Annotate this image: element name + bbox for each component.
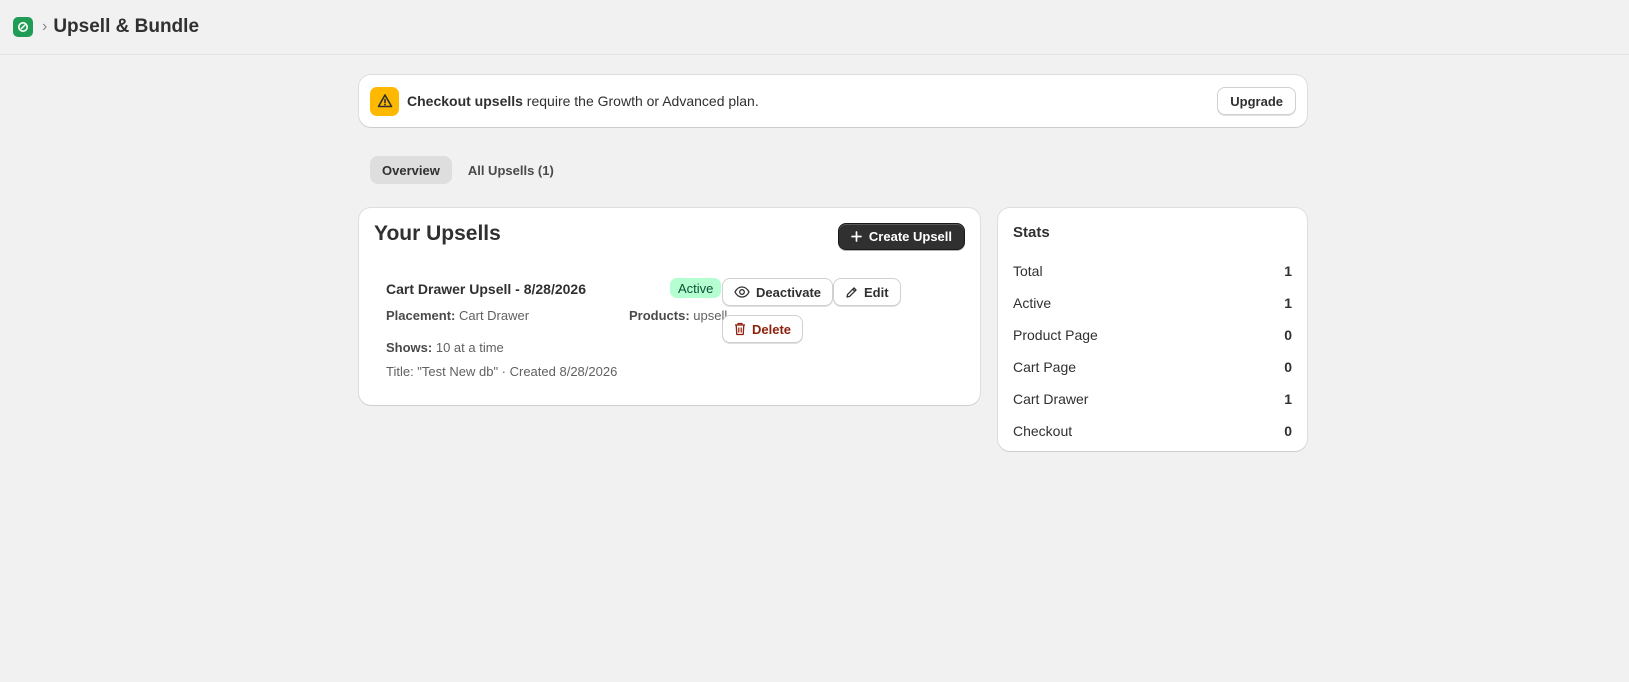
shows-label: Shows: xyxy=(386,340,433,355)
delete-button[interactable]: Delete xyxy=(722,315,804,343)
status-badge: Active xyxy=(670,278,722,298)
stat-label: Active xyxy=(1013,295,1052,311)
stat-value: 0 xyxy=(1284,359,1292,375)
upsell-subline: Title: "Test New db" · Created 8/28/2026 xyxy=(386,364,618,379)
placement-info: Placement: Cart Drawer xyxy=(386,308,529,323)
shows-value: 10 at a time xyxy=(435,340,504,355)
products-info: Products: upsell xyxy=(629,308,727,323)
stat-row-cart-page: Cart Page 0 xyxy=(1013,351,1292,383)
deactivate-label: Deactivate xyxy=(756,284,822,300)
stat-label: Checkout xyxy=(1013,423,1073,439)
stat-row-cart-drawer: Cart Drawer 1 xyxy=(1013,383,1292,415)
edit-label: Edit xyxy=(864,284,889,300)
plus-icon xyxy=(851,231,862,242)
stat-value: 1 xyxy=(1284,263,1292,279)
banner-text: require the Growth or Advanced plan. xyxy=(522,93,759,109)
top-bar: › Upsell & Bundle xyxy=(0,0,1629,55)
your-upsells-card: Your Upsells Create Upsell Cart Drawer U… xyxy=(359,208,980,405)
tab-all-upsells[interactable]: All Upsells (1) xyxy=(456,156,566,184)
placement-label: Placement: xyxy=(386,308,456,323)
tab-overview[interactable]: Overview xyxy=(370,156,452,184)
stat-value: 1 xyxy=(1284,295,1292,311)
upsell-name: Cart Drawer Upsell - 8/28/2026 xyxy=(386,281,586,297)
stat-label: Cart Page xyxy=(1013,359,1077,375)
stats-card: Stats Total 1 Active 1 Product Page 0 Ca… xyxy=(998,208,1307,451)
stat-row-checkout: Checkout 0 xyxy=(1013,415,1292,447)
stats-title: Stats xyxy=(1013,224,1050,241)
page-title: Upsell & Bundle xyxy=(53,16,200,37)
plan-warning-banner: Checkout upsells require the Growth or A… xyxy=(359,75,1307,127)
deactivate-button[interactable]: Deactivate xyxy=(722,278,834,306)
warning-triangle-icon xyxy=(370,86,399,116)
edit-button[interactable]: Edit xyxy=(833,278,901,306)
your-upsells-title: Your Upsells xyxy=(374,222,501,245)
stat-label: Cart Drawer xyxy=(1013,391,1089,407)
stat-label: Product Page xyxy=(1013,327,1098,343)
trash-icon xyxy=(735,322,745,336)
tab-bar: Overview All Upsells (1) xyxy=(370,156,566,184)
stat-value: 0 xyxy=(1284,327,1292,343)
stats-list: Total 1 Active 1 Product Page 0 Cart Pag… xyxy=(1013,255,1292,447)
create-upsell-label: Create Upsell xyxy=(868,229,952,244)
stat-row-product-page: Product Page 0 xyxy=(1013,319,1292,351)
products-label: Products: xyxy=(629,308,690,323)
stat-value: 0 xyxy=(1284,423,1292,439)
eye-icon xyxy=(734,286,750,298)
pencil-icon xyxy=(846,286,857,298)
banner-message: Checkout upsells require the Growth or A… xyxy=(407,93,759,109)
create-upsell-button[interactable]: Create Upsell xyxy=(837,223,965,250)
shows-info: Shows: 10 at a time xyxy=(386,340,504,355)
banner-bold-text: Checkout upsells xyxy=(407,93,523,109)
stat-row-active: Active 1 xyxy=(1013,287,1292,319)
stat-row-total: Total 1 xyxy=(1013,255,1292,287)
upgrade-button[interactable]: Upgrade xyxy=(1217,87,1296,115)
breadcrumb-separator: › xyxy=(42,18,48,35)
stat-label: Total xyxy=(1013,263,1043,279)
placement-value: Cart Drawer xyxy=(459,308,530,323)
delete-label: Delete xyxy=(752,321,792,337)
app-logo-icon[interactable] xyxy=(13,17,33,37)
stat-value: 1 xyxy=(1284,391,1292,407)
